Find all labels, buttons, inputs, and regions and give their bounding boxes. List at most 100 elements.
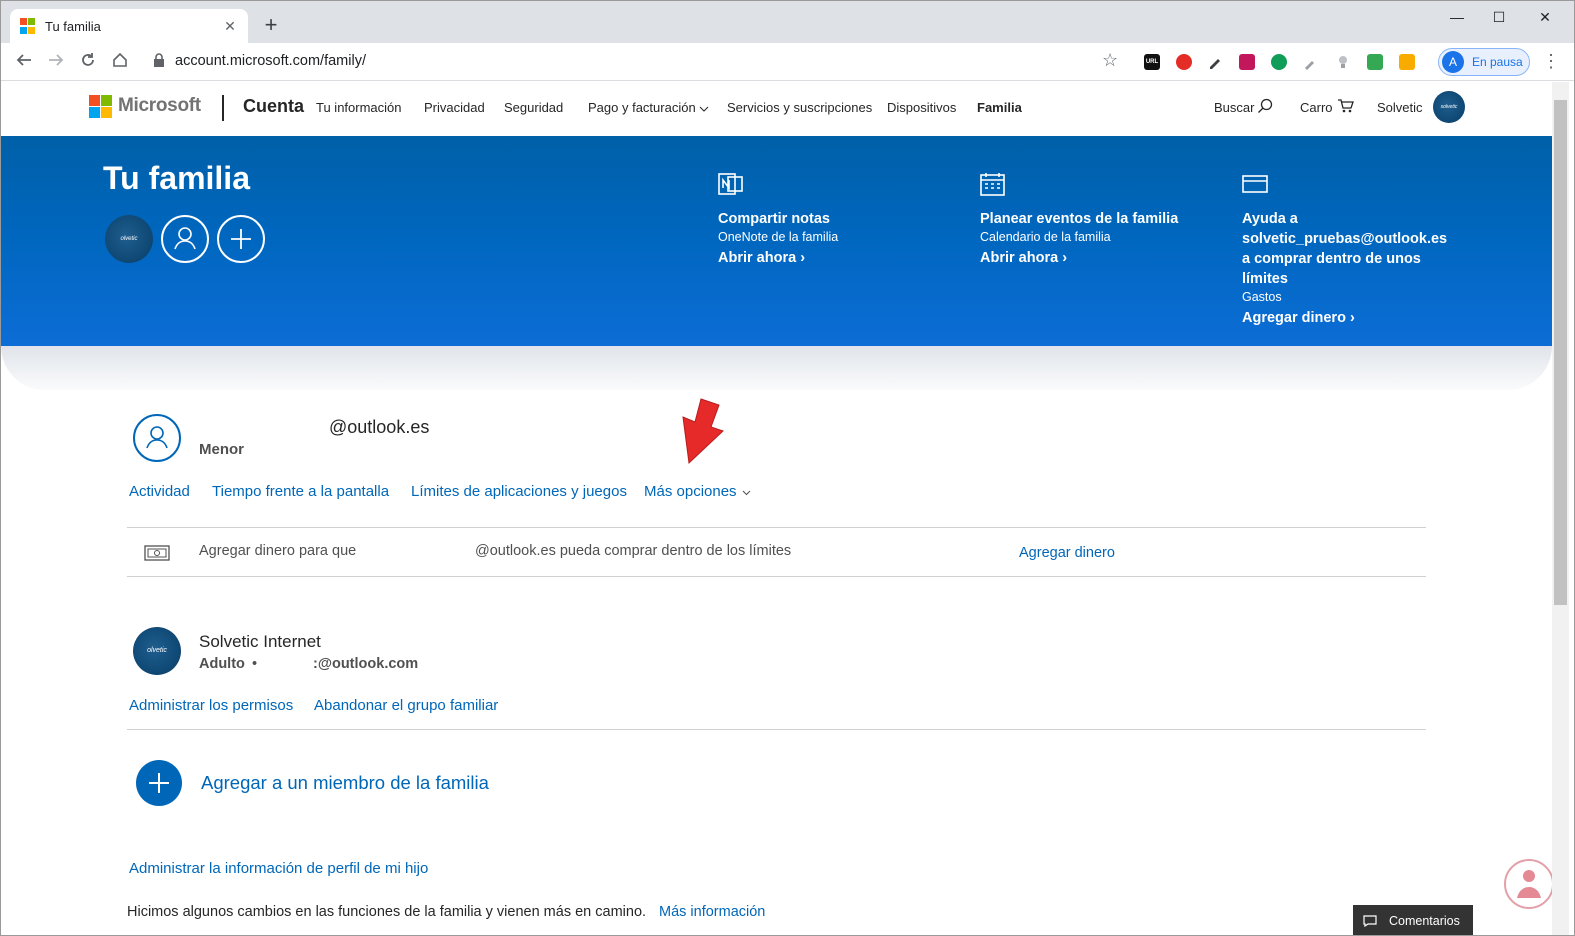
promo-link[interactable]: Abrir ahora › (718, 250, 838, 266)
solvetic-watermark-icon (1504, 859, 1552, 909)
add-member-button[interactable] (136, 760, 182, 806)
profile-avatar: A (1442, 51, 1464, 73)
plus-icon (149, 773, 169, 793)
promo-link[interactable]: Abrir ahora › (980, 250, 1178, 266)
link-administrar-permisos[interactable]: Administrar los permisos (129, 697, 293, 714)
close-window-button[interactable]: ✕ (1522, 3, 1568, 31)
stack-extension-icon[interactable] (1239, 54, 1255, 70)
pen-extension-icon[interactable] (1207, 54, 1223, 70)
chevron-right-icon: › (800, 250, 806, 266)
feedback-label: Comentarios (1389, 914, 1460, 928)
bookmark-star-icon[interactable]: ☆ (1102, 50, 1118, 71)
forward-icon[interactable] (43, 49, 69, 75)
divider (127, 576, 1426, 577)
promo-calendar: Planear eventos de la familia Calendario… (980, 172, 1178, 266)
address-bar[interactable]: account.microsoft.com/family/ (175, 53, 366, 69)
plus-icon (231, 229, 251, 249)
chevron-down-icon[interactable] (742, 490, 751, 496)
nav-familia[interactable]: Familia (977, 100, 1022, 115)
minimize-button[interactable]: — (1434, 3, 1480, 31)
microsoft-logo-icon[interactable] (89, 95, 112, 118)
section-title[interactable]: Cuenta (243, 96, 304, 117)
lock-icon (154, 53, 164, 67)
cart-icon[interactable] (1337, 98, 1354, 114)
browser-tab[interactable]: Tu familia ✕ (10, 9, 248, 43)
person-icon (174, 227, 196, 250)
adblock-extension-icon[interactable] (1176, 54, 1192, 70)
divider (127, 729, 1426, 730)
home-icon[interactable] (107, 49, 133, 75)
promo-spending: Ayuda a solvetic_pruebas@outlook.es a co… (1242, 172, 1447, 326)
nav-dispositivos[interactable]: Dispositivos (887, 100, 956, 115)
family-banner: Tu familia olvetic Compartir notas OneNo… (1, 136, 1552, 346)
promo-link-label: Abrir ahora (980, 250, 1059, 266)
promo-title: Planear eventos de la familia (980, 211, 1179, 227)
search-label[interactable]: Buscar (1214, 100, 1254, 115)
bulb-extension-icon[interactable] (1335, 54, 1351, 70)
promo-title: Compartir notas (718, 211, 830, 227)
menu-kebab-icon[interactable]: ⋮ (1542, 51, 1560, 72)
chevron-down-icon (699, 106, 709, 112)
tab-title: Tu familia (45, 18, 101, 34)
user-avatar[interactable]: solvetic (1433, 91, 1465, 123)
bag-extension-icon[interactable] (1399, 54, 1415, 70)
scrollbar-thumb[interactable] (1554, 100, 1567, 605)
add-money-link[interactable]: Agregar dinero (1019, 545, 1115, 561)
shield-extension-icon[interactable] (1367, 54, 1383, 70)
link-limites-apps[interactable]: Límites de aplicaciones y juegos (411, 483, 627, 500)
promo-title-line: a comprar dentro de unos (1242, 251, 1421, 267)
more-info-link[interactable]: Más información (659, 904, 765, 920)
promo-subtitle: Calendario de la familia (980, 230, 1111, 244)
url-extension-icon[interactable]: URL (1144, 54, 1160, 70)
manage-child-profile-link[interactable]: Administrar la información de perfil de … (129, 860, 428, 877)
add-member-link[interactable]: Agregar a un miembro de la familia (201, 772, 489, 794)
profile-status: En pausa (1472, 55, 1523, 69)
banner-child-avatar[interactable] (161, 215, 209, 263)
nav-servicios[interactable]: Servicios y suscripciones (727, 100, 872, 115)
cart-label[interactable]: Carro (1300, 100, 1333, 115)
reload-icon[interactable] (75, 49, 101, 75)
page-title: Tu familia (103, 160, 250, 196)
vertical-scrollbar[interactable] (1552, 82, 1569, 935)
profile-button[interactable]: A En pausa (1438, 48, 1530, 76)
promo-subtitle: OneNote de la familia (718, 230, 839, 244)
nav-tu-informacion[interactable]: Tu información (316, 100, 402, 115)
browser-window: Tu familia ✕ + — ☐ ✕ account.microsoft.c… (0, 0, 1575, 936)
nav-pago-facturacion[interactable]: Pago y facturación (588, 100, 696, 115)
nav-privacidad[interactable]: Privacidad (424, 100, 485, 115)
adult-email: :@outlook.com (313, 656, 419, 672)
child-avatar[interactable] (133, 414, 181, 462)
banner-add-member-button[interactable] (217, 215, 265, 263)
person-icon (146, 426, 168, 449)
microsoft-favicon-icon (20, 18, 36, 34)
link-abandonar-grupo[interactable]: Abandonar el grupo familiar (314, 697, 498, 714)
user-name[interactable]: Solvetic (1377, 100, 1423, 115)
adult-name: Solvetic Internet (199, 632, 321, 651)
back-icon[interactable] (11, 49, 37, 75)
header-divider (222, 95, 224, 121)
red-arrow-icon (682, 398, 724, 465)
maximize-button[interactable]: ☐ (1476, 3, 1522, 31)
adult-avatar[interactable]: olvetic (133, 627, 181, 675)
link-actividad[interactable]: Actividad (129, 483, 190, 500)
search-icon[interactable] (1257, 98, 1273, 114)
promo-link[interactable]: Agregar dinero › (1242, 310, 1447, 326)
promo-link-label: Agregar dinero (1242, 310, 1346, 326)
link-mas-opciones[interactable]: Más opciones (644, 483, 737, 500)
promo-link-label: Abrir ahora (718, 250, 797, 266)
link-tiempo-pantalla[interactable]: Tiempo frente a la pantalla (212, 483, 389, 500)
nav-seguridad[interactable]: Seguridad (504, 100, 563, 115)
eyedropper-extension-icon[interactable] (1303, 54, 1319, 70)
feedback-button[interactable]: Comentarios (1353, 905, 1473, 935)
k-extension-icon[interactable] (1271, 54, 1287, 70)
money-text-right: @outlook.es pueda comprar dentro de los … (475, 543, 792, 559)
new-tab-button[interactable]: + (259, 13, 283, 37)
banner-shadow (1, 346, 1552, 390)
microsoft-wordmark[interactable]: Microsoft (118, 95, 201, 117)
child-email: @outlook.es (329, 417, 430, 437)
banner-member-avatar[interactable]: olvetic (105, 215, 153, 263)
chevron-right-icon: › (1062, 250, 1068, 266)
comment-icon (1363, 915, 1377, 927)
tab-close-icon[interactable]: ✕ (222, 18, 238, 35)
child-role: Menor (199, 441, 244, 458)
